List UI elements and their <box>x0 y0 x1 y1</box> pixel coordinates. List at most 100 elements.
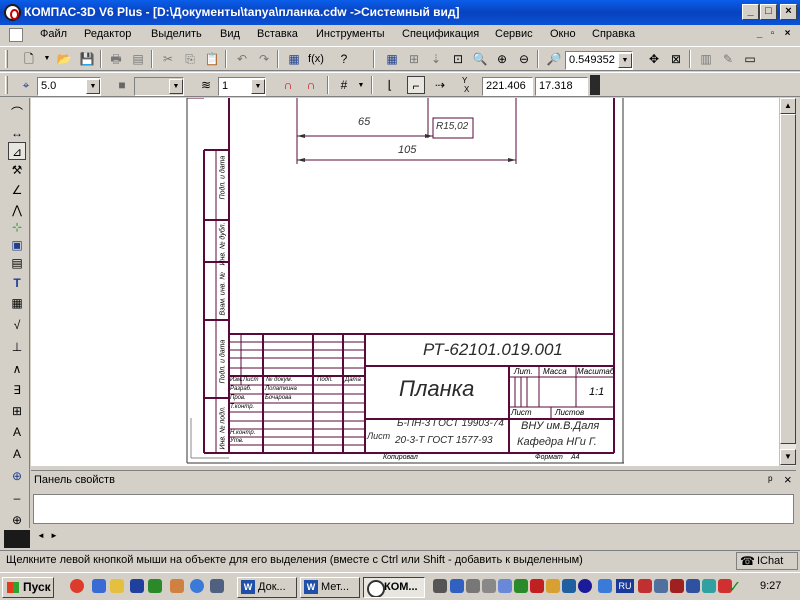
material-line-1[interactable]: Б-ПН-3 ГОСТ 19903-74 <box>397 418 504 429</box>
razrab-name[interactable]: Лопаткина <box>265 386 297 392</box>
vertical-scrollbar[interactable]: ▲ ▼ <box>779 98 796 466</box>
tray-icon-15[interactable] <box>686 579 700 593</box>
scroll-up-icon[interactable]: ▲ <box>780 98 796 114</box>
pin-icon[interactable]: ᵖ <box>768 473 773 487</box>
tray-icon-16[interactable] <box>702 579 716 593</box>
tray-icon-6[interactable] <box>514 579 528 593</box>
menu-file[interactable]: Файл <box>40 28 67 40</box>
tray-icon-11[interactable] <box>598 579 612 593</box>
chat-button[interactable]: ☎ IChat <box>736 552 798 570</box>
document-code[interactable]: РТ-62101.019.001 <box>423 340 563 360</box>
geometry-icon[interactable]: ⌒ <box>8 104 26 122</box>
scale-value[interactable]: 1:1 <box>589 386 604 398</box>
edit-icon[interactable]: ⚒ <box>8 161 26 179</box>
dimension-105[interactable]: 105 <box>398 144 416 156</box>
cut-icon[interactable]: ✂ <box>159 50 177 68</box>
tray-icon-13[interactable] <box>654 579 668 593</box>
centerline-icon[interactable]: – <box>8 489 26 507</box>
excel-icon[interactable] <box>148 579 162 593</box>
help-cursor-icon[interactable]: ? <box>335 50 353 68</box>
drawing-canvas[interactable]: 65 105 R15,02 РТ-62101.019.001 Планка Б-… <box>31 98 779 466</box>
specification-icon[interactable]: ▤ <box>8 254 26 272</box>
step-dropdown-icon[interactable]: ▼ <box>86 79 100 94</box>
menu-edit[interactable]: Редактор <box>84 28 131 40</box>
desktop-icon[interactable] <box>210 579 224 593</box>
dimensions-icon[interactable]: ↔ <box>8 124 26 142</box>
toolbar-overflow-icon[interactable] <box>590 75 600 95</box>
zoom-dropdown-icon[interactable]: ▼ <box>618 53 632 68</box>
paste-icon[interactable]: 📋 <box>203 50 221 68</box>
taskbar-item-doc[interactable]: Док... <box>237 577 297 598</box>
radius-annotation[interactable]: R15,02 <box>436 121 468 132</box>
check-icon[interactable]: ✓ <box>728 577 741 597</box>
tray-icon-9[interactable] <box>562 579 576 593</box>
ie-icon[interactable] <box>190 579 204 593</box>
ortho-icon[interactable]: ⌐ <box>407 76 425 94</box>
local-cs-icon[interactable]: ⌊ <box>381 76 399 94</box>
base-icon[interactable]: ⊥ <box>8 338 26 356</box>
scroll-thumb[interactable] <box>780 114 796 444</box>
menu-view[interactable]: Вид <box>220 28 240 40</box>
network-icon[interactable] <box>92 579 106 593</box>
redo-icon[interactable]: ↷ <box>255 50 273 68</box>
text-icon[interactable]: T <box>8 274 26 292</box>
cut-line-icon[interactable]: ⊞ <box>8 402 26 420</box>
zoom-scale-icon[interactable]: 🔎 <box>545 50 563 68</box>
tray-icon-2[interactable] <box>450 579 464 593</box>
undo-icon[interactable]: ↶ <box>233 50 251 68</box>
y-coordinate-field[interactable]: 17.318 <box>535 77 588 96</box>
tray-icon-7[interactable] <box>530 579 544 593</box>
cursor-snap-icon[interactable]: ⇢ <box>431 76 449 94</box>
style-dropdown-icon[interactable]: ▼ <box>169 79 183 94</box>
tray-icon-1[interactable] <box>433 579 447 593</box>
maximize-button[interactable]: □ <box>760 4 777 20</box>
zoom-out-icon[interactable]: ⊖ <box>515 50 533 68</box>
mdi-restore-button[interactable]: ▫ <box>767 28 778 39</box>
tray-icon-3[interactable] <box>466 579 480 593</box>
align-icon[interactable]: ⊞ <box>405 50 423 68</box>
snap-settings-icon[interactable]: ∩ <box>302 76 320 94</box>
panel-nav-right-icon[interactable]: ► <box>50 531 58 540</box>
axis-icon[interactable]: ⊕ <box>8 467 26 485</box>
browser-icon[interactable] <box>70 579 84 593</box>
grid-dropdown-icon[interactable]: ▼ <box>354 79 368 94</box>
function-icon[interactable]: f(x) <box>307 50 325 68</box>
dimension-65[interactable]: 65 <box>358 116 370 128</box>
panel-nav-left-icon[interactable]: ◄ <box>37 531 45 540</box>
properties-panel-content[interactable] <box>33 494 794 524</box>
language-indicator[interactable]: RU <box>616 579 634 593</box>
tray-icon-14[interactable] <box>670 579 684 593</box>
menu-specification[interactable]: Спецификация <box>402 28 479 40</box>
word-icon[interactable] <box>130 579 144 593</box>
symbols-icon[interactable]: ⊿ <box>8 142 26 160</box>
zoom-icon[interactable]: 🔍 <box>471 50 489 68</box>
tray-icon-12[interactable] <box>638 579 652 593</box>
menu-window[interactable]: Окно <box>550 28 576 40</box>
toolbar-grip[interactable] <box>5 50 8 68</box>
center-mark-icon[interactable]: ⊕ <box>8 511 26 529</box>
copy-icon[interactable]: ⎘ <box>181 50 199 68</box>
taskbar-item-met[interactable]: Мет... <box>300 577 360 598</box>
snap-step-icon[interactable]: ⌖ <box>17 76 35 94</box>
zoom-window-icon[interactable]: ⊡ <box>449 50 467 68</box>
scroll-down-icon[interactable]: ▼ <box>780 449 796 465</box>
part-name[interactable]: Планка <box>399 376 474 402</box>
grid-icon[interactable]: # <box>335 76 353 94</box>
style-icon[interactable]: ■ <box>113 76 131 94</box>
document-icon[interactable] <box>9 28 23 42</box>
mdi-minimize-button[interactable]: _ <box>754 28 765 39</box>
panel-close-icon[interactable]: × <box>784 472 792 487</box>
explorer-icon[interactable] <box>110 579 124 593</box>
prov-name[interactable]: Бочарова <box>265 395 291 401</box>
menu-insert[interactable]: Вставка <box>257 28 298 40</box>
show-all-icon[interactable]: ⊠ <box>667 50 685 68</box>
snap-magnet-icon[interactable]: ∩ <box>279 76 297 94</box>
menu-select[interactable]: Выделить <box>151 28 202 40</box>
layer-dropdown-icon[interactable]: ▼ <box>251 79 265 94</box>
app-icon[interactable] <box>4 4 21 21</box>
parametrization-icon[interactable]: ∠ <box>8 181 26 199</box>
panel-toggle-icon[interactable]: ▭ <box>741 50 759 68</box>
measure-icon[interactable]: ⋀ <box>8 201 26 219</box>
material-line-2[interactable]: 20-3-Т ГОСТ 1577-93 <box>395 435 493 446</box>
select-icon[interactable]: ⊹ <box>8 218 26 236</box>
